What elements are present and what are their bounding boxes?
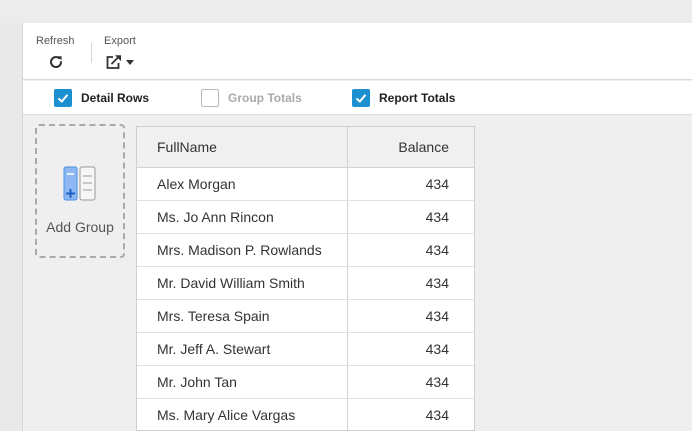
table-row[interactable]: Mrs. Teresa Spain 434 [137, 300, 474, 333]
column-header-fullname[interactable]: FullName [137, 127, 348, 167]
export-button[interactable]: Export [104, 35, 136, 70]
report-totals-label: Report Totals [379, 91, 456, 105]
table-row[interactable]: Mrs. Madison P. Rowlands 434 [137, 234, 474, 267]
cell-balance: 434 [425, 374, 449, 390]
cell-balance: 434 [425, 308, 449, 324]
cell-fullname: Mrs. Teresa Spain [137, 300, 348, 332]
table-row[interactable]: Ms. Jo Ann Rincon 434 [137, 201, 474, 234]
toolbar: Refresh Export [23, 23, 692, 80]
grid-header: FullName Balance [137, 127, 474, 168]
table-row[interactable]: Mr. John Tan 434 [137, 366, 474, 399]
detail-rows-label: Detail Rows [81, 91, 150, 105]
cell-balance: 434 [425, 275, 449, 291]
refresh-button[interactable]: Refresh [36, 35, 75, 70]
dropdown-arrow-icon [126, 60, 134, 65]
export-icon [106, 55, 121, 69]
detail-rows-checkbox[interactable] [54, 89, 72, 107]
cell-fullname: Ms. Mary Alice Vargas [137, 399, 348, 430]
cell-balance: 434 [425, 242, 449, 258]
add-group-label: Add Group [46, 219, 114, 235]
table-row[interactable]: Ms. Mary Alice Vargas 434 [137, 399, 474, 430]
cell-fullname: Ms. Jo Ann Rincon [137, 201, 348, 233]
group-totals-checkbox[interactable] [201, 89, 219, 107]
toolbar-separator [91, 43, 92, 63]
cell-balance: 434 [425, 341, 449, 357]
checkmark-icon [355, 94, 367, 103]
cell-balance: 434 [425, 176, 449, 192]
report-panel: Refresh Export Detail Rows Group Totals … [22, 23, 692, 431]
top-band [0, 0, 692, 23]
cell-fullname: Mr. John Tan [137, 366, 348, 398]
export-label: Export [104, 35, 136, 47]
refresh-icon [48, 54, 64, 70]
report-totals-checkbox[interactable] [352, 89, 370, 107]
cell-fullname: Mr. David William Smith [137, 267, 348, 299]
table-row[interactable]: Mr. Jeff A. Stewart 434 [137, 333, 474, 366]
column-header-balance[interactable]: Balance [348, 127, 474, 167]
table-row[interactable]: Mr. David William Smith 434 [137, 267, 474, 300]
checkmark-icon [57, 94, 69, 103]
cell-fullname: Alex Morgan [137, 168, 348, 200]
cell-balance: 434 [425, 209, 449, 225]
cell-fullname: Mrs. Madison P. Rowlands [137, 234, 348, 266]
cell-fullname: Mr. Jeff A. Stewart [137, 333, 348, 365]
detail-rows-option[interactable]: Detail Rows [54, 89, 149, 107]
group-totals-option[interactable]: Group Totals [201, 89, 302, 107]
add-group-icon [61, 166, 99, 207]
add-group-button[interactable]: Add Group [35, 124, 125, 258]
table-row[interactable]: Alex Morgan 434 [137, 168, 474, 201]
cell-balance: 434 [425, 407, 449, 423]
report-grid: FullName Balance Alex Morgan 434 Ms. Jo … [136, 126, 475, 431]
group-totals-label: Group Totals [228, 91, 302, 105]
refresh-label: Refresh [36, 35, 75, 47]
export-icon-group [105, 54, 135, 70]
report-totals-option[interactable]: Report Totals [352, 89, 455, 107]
options-bar: Detail Rows Group Totals Report Totals [23, 81, 692, 115]
